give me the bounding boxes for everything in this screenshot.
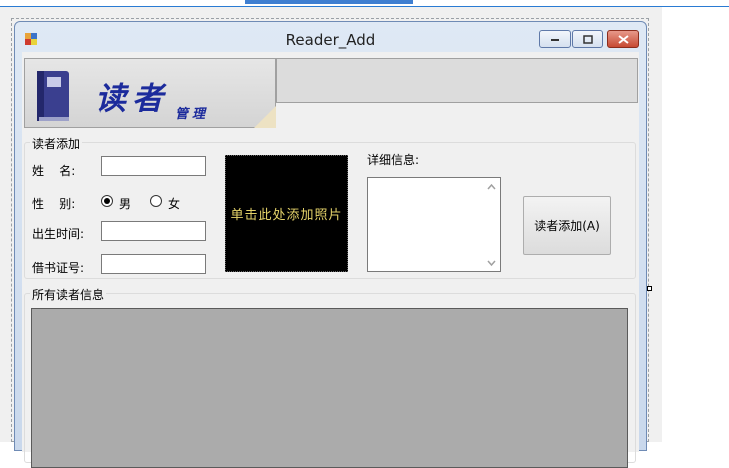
card-label: 借书证号: (32, 261, 85, 275)
ide-tab-strip (0, 0, 729, 7)
card-input[interactable] (101, 254, 206, 274)
maximize-button[interactable] (572, 30, 603, 48)
all-readers-group-title: 所有读者信息 (30, 286, 107, 303)
birth-label: 出生时间: (32, 227, 85, 241)
banner-title: 读者 (95, 81, 169, 117)
form-client-area: 读者 管理 读者添加 姓 名: 性 别: 男 女 出生时间: 借书证号: 单击此… (22, 52, 639, 468)
minimize-button[interactable] (539, 30, 571, 48)
detail-label: 详细信息: (367, 153, 420, 167)
book-icon (37, 71, 69, 121)
close-button[interactable] (607, 30, 639, 48)
radio-selected-dot (104, 198, 110, 204)
photo-picturebox[interactable]: 单击此处添加照片 (225, 155, 348, 272)
banner-subtitle: 管理 (175, 107, 210, 122)
gender-label: 性 别: (32, 197, 76, 211)
scroll-arrows-icon (487, 183, 496, 267)
name-input[interactable] (101, 156, 206, 176)
gender-female-label[interactable]: 女 (168, 195, 180, 212)
form-window: Reader_Add 读者 管理 读者添加 姓 名: 性 别: 男 女 出生时间… (14, 21, 647, 468)
minimize-icon (551, 39, 559, 41)
readers-data-grid[interactable] (31, 308, 628, 468)
gender-male-label[interactable]: 男 (119, 195, 131, 212)
gender-male-radio[interactable] (101, 195, 113, 207)
banner-image: 读者 管理 (24, 58, 276, 128)
photo-hint-text: 单击此处添加照片 (230, 208, 343, 223)
resize-handle[interactable] (647, 286, 652, 291)
add-reader-button[interactable]: 读者添加(A) (523, 196, 611, 255)
all-readers-group: 所有读者信息 (24, 286, 636, 468)
gender-female-radio[interactable] (150, 195, 162, 207)
detail-textarea[interactable] (367, 177, 501, 272)
name-label: 姓 名: (32, 164, 76, 178)
title-bar[interactable]: Reader_Add (15, 22, 646, 51)
ide-tab-inactive[interactable] (0, 0, 245, 4)
reader-add-group-title: 读者添加 (30, 135, 83, 152)
banner-fold (254, 106, 276, 128)
banner-extension (276, 58, 638, 103)
detail-scrollbar[interactable] (483, 178, 500, 271)
maximize-icon (582, 34, 593, 44)
birth-input[interactable] (101, 221, 206, 241)
close-icon (617, 34, 629, 44)
ide-tab-active[interactable] (245, 0, 413, 4)
